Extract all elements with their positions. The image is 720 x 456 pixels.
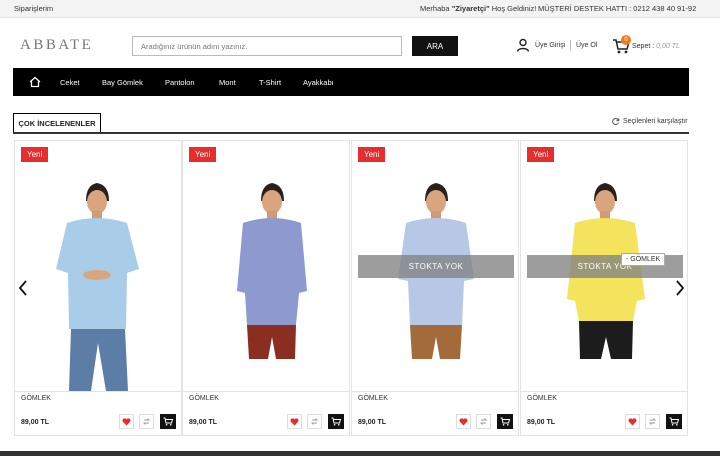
product-image[interactable] — [183, 141, 349, 391]
favorite-button[interactable] — [119, 414, 134, 429]
compare-button[interactable] — [476, 414, 491, 429]
cart-icon — [163, 417, 173, 426]
product-name[interactable]: GÖMLEK — [189, 395, 219, 402]
card-divider — [15, 391, 181, 392]
home-icon[interactable] — [29, 76, 41, 88]
product-image[interactable] — [15, 141, 181, 391]
card-divider — [521, 391, 687, 392]
user-icon[interactable] — [516, 38, 530, 52]
compare-label: Seçilenleri karşılaştır — [623, 118, 688, 125]
site-logo[interactable]: ABBATE — [20, 37, 93, 54]
product-card[interactable]: Yeni STOKTA YOK - GÖMLEK GÖMLEK 89,00 TL — [520, 140, 688, 436]
greeting-suffix: Hoş Geldiniz! — [489, 4, 537, 13]
compare-icon — [310, 418, 319, 425]
product-name[interactable]: GÖMLEK — [21, 395, 51, 402]
top-bar: Siparişlerim Merhaba "Ziyaretçi" Hoş Gel… — [0, 0, 720, 18]
compare-link[interactable]: Seçilenleri karşılaştır — [611, 117, 688, 126]
nav-item-bay-gomlek[interactable]: Bay Gömlek — [102, 78, 143, 87]
nav-item-ayakkabi[interactable]: Ayakkabı — [303, 78, 334, 87]
compare-button[interactable] — [139, 414, 154, 429]
product-name[interactable]: GÖMLEK — [358, 395, 388, 402]
cart-icon — [669, 417, 679, 426]
new-badge: Yeni — [527, 147, 555, 162]
product-price: 89,00 TL — [358, 419, 387, 426]
cart-summary[interactable]: Sepet : 0,00 TL — [632, 43, 680, 50]
compare-button[interactable] — [645, 414, 660, 429]
card-divider — [352, 391, 518, 392]
heart-icon — [459, 417, 468, 425]
orders-link[interactable]: Siparişlerim — [14, 4, 53, 13]
compare-icon — [479, 418, 488, 425]
register-link[interactable]: Üye Ol — [576, 42, 597, 49]
product-grid: Yeni GÖMLEK 89,00 TL Yeni GÖMLEK 89,00 T… — [14, 140, 688, 436]
refresh-icon — [612, 118, 620, 125]
cart-amount: 0,00 TL — [656, 43, 680, 50]
bottom-border — [0, 451, 720, 456]
compare-icon — [648, 418, 657, 425]
product-card[interactable]: Yeni STOKTA YOK GÖMLEK 89,00 TL — [351, 140, 519, 436]
out-of-stock-label: STOKTA YOK — [358, 255, 514, 278]
section-title[interactable]: ÇOK İNCELENENLER — [13, 113, 101, 133]
heart-icon — [628, 417, 637, 425]
favorite-button[interactable] — [625, 414, 640, 429]
add-to-cart-button[interactable] — [160, 414, 176, 429]
greeting: Merhaba "Ziyaretçi" Hoş Geldiniz! — [420, 4, 536, 13]
product-price: 89,00 TL — [21, 419, 50, 426]
compare-icon — [142, 418, 151, 425]
new-badge: Yeni — [189, 147, 217, 162]
nav-item-ceket[interactable]: Ceket — [60, 78, 80, 87]
product-price: 89,00 TL — [189, 419, 218, 426]
product-tooltip: - GÖMLEK — [621, 253, 666, 266]
cart-icon — [500, 417, 510, 426]
nav-item-mont[interactable]: Mont — [219, 78, 236, 87]
support-line: MÜŞTERİ DESTEK HATTI : 0212 438 40 91-92 — [538, 4, 697, 13]
product-card[interactable]: Yeni GÖMLEK 89,00 TL — [182, 140, 350, 436]
section-divider — [13, 132, 689, 134]
main-nav: Ceket Bay Gömlek Pantolon Mont T-Shirt A… — [13, 68, 689, 96]
product-name[interactable]: GÖMLEK — [527, 395, 557, 402]
new-badge: Yeni — [358, 147, 386, 162]
favorite-button[interactable] — [456, 414, 471, 429]
heart-icon — [122, 417, 131, 425]
add-to-cart-button[interactable] — [328, 414, 344, 429]
login-link[interactable]: Üye Girişi — [535, 42, 565, 49]
carousel-next-icon[interactable] — [674, 278, 686, 298]
cart-label: Sepet : — [632, 43, 657, 50]
cart-icon — [331, 417, 341, 426]
header-separator — [570, 40, 571, 51]
search-input[interactable] — [133, 37, 401, 55]
compare-button[interactable] — [307, 414, 322, 429]
search-box — [132, 36, 402, 56]
nav-item-pantolon[interactable]: Pantolon — [165, 78, 195, 87]
heart-icon — [290, 417, 299, 425]
new-badge: Yeni — [21, 147, 49, 162]
greeting-name: "Ziyaretçi" — [451, 4, 490, 13]
cart-count-badge: 0 — [621, 35, 631, 45]
add-to-cart-button[interactable] — [497, 414, 513, 429]
greeting-prefix: Merhaba — [420, 4, 452, 13]
carousel-prev-icon[interactable] — [17, 278, 29, 298]
add-to-cart-button[interactable] — [666, 414, 682, 429]
product-card[interactable]: Yeni GÖMLEK 89,00 TL — [14, 140, 182, 436]
nav-item-tshirt[interactable]: T-Shirt — [259, 78, 281, 87]
search-button[interactable]: ARA — [412, 36, 458, 56]
product-price: 89,00 TL — [527, 419, 556, 426]
favorite-button[interactable] — [287, 414, 302, 429]
card-divider — [183, 391, 349, 392]
